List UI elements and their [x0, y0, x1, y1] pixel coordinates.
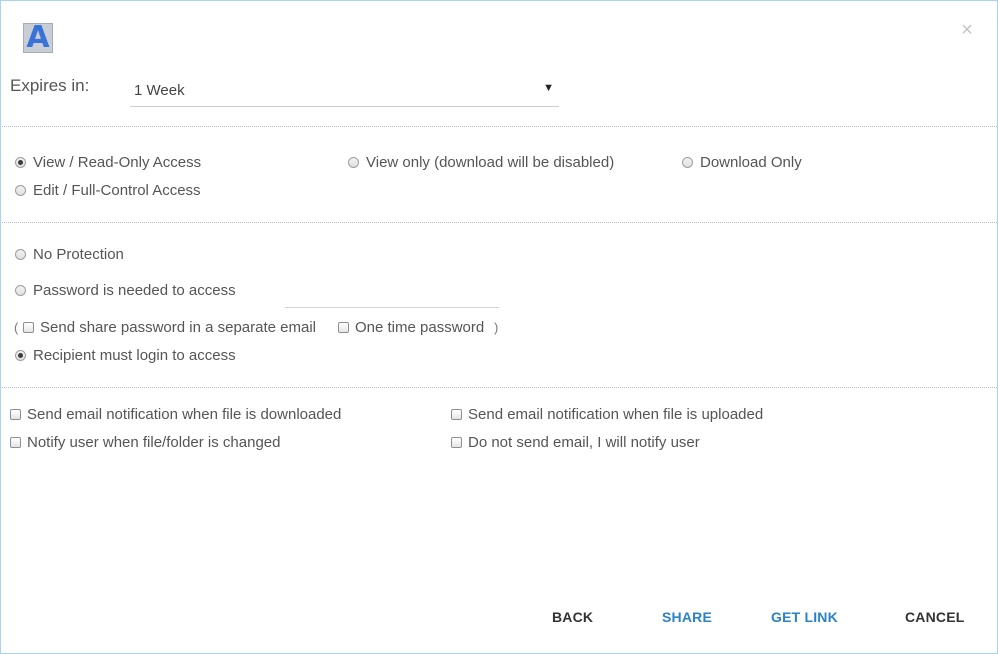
- radio-button[interactable]: [348, 157, 359, 168]
- radio-label: Password is needed to access: [33, 282, 236, 299]
- radio-label: Download Only: [700, 154, 802, 171]
- radio-view-only[interactable]: View only (download will be disabled): [348, 154, 614, 171]
- checkbox[interactable]: [451, 409, 462, 420]
- checkbox[interactable]: [10, 437, 21, 448]
- checkbox-label: Do not send email, I will notify user: [468, 434, 700, 451]
- share-button[interactable]: SHARE: [662, 609, 712, 625]
- checkbox[interactable]: [23, 322, 34, 333]
- radio-button[interactable]: [15, 249, 26, 260]
- cancel-button[interactable]: CANCEL: [905, 609, 965, 625]
- radio-button[interactable]: [15, 285, 26, 296]
- expires-label: Expires in:: [10, 76, 90, 95]
- divider: [2, 126, 997, 127]
- paren-open: (: [14, 320, 19, 335]
- paren-close: ): [494, 320, 499, 335]
- checkbox-one-time-password[interactable]: One time password: [338, 319, 484, 336]
- radio-download-only[interactable]: Download Only: [682, 154, 802, 171]
- expires-selected-value: 1 Week: [134, 82, 185, 99]
- checkbox-label: Send email notification when file is dow…: [27, 406, 342, 423]
- checkbox[interactable]: [10, 409, 21, 420]
- checkbox-separate-email[interactable]: Send share password in a separate email: [23, 319, 316, 336]
- checkbox-notify-downloaded[interactable]: Send email notification when file is dow…: [10, 406, 341, 423]
- checkbox-notify-uploaded[interactable]: Send email notification when file is upl…: [451, 406, 763, 423]
- close-icon[interactable]: ×: [958, 20, 976, 40]
- checkbox-label: Send share password in a separate email: [40, 319, 316, 336]
- share-dialog: A × Expires in: 1 Week ▼ View / Read-Onl…: [0, 0, 998, 654]
- radio-view-readonly[interactable]: View / Read-Only Access: [15, 154, 201, 171]
- password-input[interactable]: [285, 307, 499, 308]
- radio-label: View only (download will be disabled): [366, 154, 615, 171]
- checkbox-label: One time password: [355, 319, 485, 336]
- divider: [2, 222, 997, 223]
- checkbox-label: Send email notification when file is upl…: [468, 406, 764, 423]
- radio-no-protection[interactable]: No Protection: [15, 246, 124, 263]
- radio-label: Edit / Full-Control Access: [33, 182, 201, 199]
- radio-button-checked[interactable]: [15, 157, 26, 168]
- checkbox[interactable]: [451, 437, 462, 448]
- radio-label: No Protection: [33, 246, 124, 263]
- radio-password-needed[interactable]: Password is needed to access: [15, 282, 236, 299]
- checkbox[interactable]: [338, 322, 349, 333]
- checkbox-notify-changed[interactable]: Notify user when file/folder is changed: [10, 434, 280, 451]
- radio-edit-full[interactable]: Edit / Full-Control Access: [15, 182, 201, 199]
- radio-button[interactable]: [15, 185, 26, 196]
- back-button[interactable]: BACK: [552, 609, 593, 625]
- checkbox-label: Notify user when file/folder is changed: [27, 434, 281, 451]
- dropdown-arrow-icon: ▼: [543, 82, 554, 94]
- radio-label: Recipient must login to access: [33, 347, 236, 364]
- app-logo: A: [23, 23, 53, 53]
- checkbox-no-email[interactable]: Do not send email, I will notify user: [451, 434, 700, 451]
- radio-label: View / Read-Only Access: [33, 154, 202, 171]
- radio-recipient-login[interactable]: Recipient must login to access: [15, 347, 236, 364]
- expires-select[interactable]: 1 Week ▼: [130, 77, 559, 107]
- get-link-button[interactable]: GET LINK: [771, 609, 838, 625]
- radio-button-checked[interactable]: [15, 350, 26, 361]
- radio-button[interactable]: [682, 157, 693, 168]
- divider: [2, 387, 997, 388]
